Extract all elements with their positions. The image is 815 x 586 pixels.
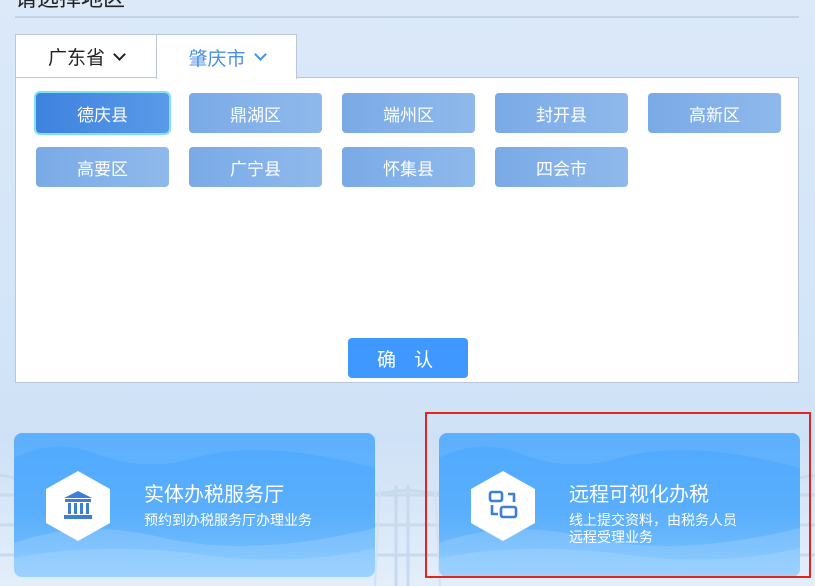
district-button-huaiji[interactable]: 怀集县	[342, 147, 475, 187]
confirm-button[interactable]: 确 认	[348, 338, 468, 378]
title-divider	[15, 16, 799, 18]
district-button-gaoxin[interactable]: 高新区	[648, 93, 781, 133]
district-button-sihui[interactable]: 四会市	[495, 147, 628, 187]
tab-province[interactable]: 广东省	[15, 34, 157, 78]
highlight-box	[425, 412, 811, 578]
chevron-down-icon	[113, 47, 126, 61]
card-title: 实体办税服务厅	[144, 482, 284, 506]
card-subtitle: 预约到办税服务厅办理业务	[144, 513, 312, 529]
tab-city[interactable]: 肇庆市	[156, 34, 297, 79]
card-entity-tax-hall[interactable]: 实体办税服务厅 预约到办税服务厅办理业务	[14, 433, 375, 577]
district-button-duanzhou[interactable]: 端州区	[342, 93, 475, 133]
district-button-dinghu[interactable]: 鼎湖区	[189, 93, 322, 133]
building-icon	[64, 491, 92, 519]
district-grid: 德庆县 鼎湖区 端州区 封开县 高新区 高要区 广宁县 怀集县 四会市	[36, 93, 781, 187]
tab-city-label: 肇庆市	[188, 47, 246, 70]
chevron-down-icon	[253, 48, 267, 61]
district-panel: 德庆县 鼎湖区 端州区 封开县 高新区 高要区 广宁县 怀集县 四会市 确 认	[15, 77, 799, 383]
tab-province-label: 广东省	[47, 47, 105, 69]
district-button-gaoyao[interactable]: 高要区	[36, 147, 169, 187]
page-title: 请选择地区	[15, 0, 125, 14]
district-button-fengkai[interactable]: 封开县	[495, 93, 628, 133]
district-button-deqing[interactable]: 德庆县	[36, 93, 169, 133]
district-button-guangning[interactable]: 广宁县	[189, 147, 322, 187]
